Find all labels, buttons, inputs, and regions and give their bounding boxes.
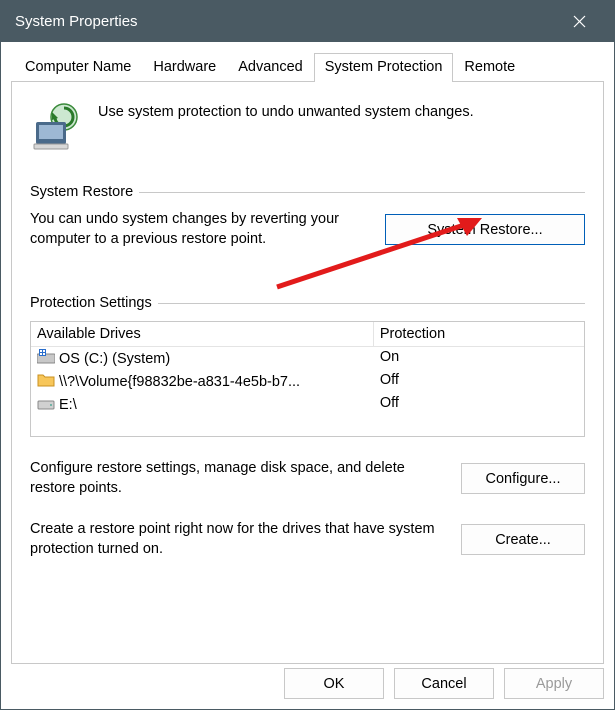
cancel-button[interactable]: Cancel — [394, 668, 494, 699]
drive-name: E:\ — [59, 397, 77, 413]
divider — [158, 303, 585, 304]
column-header-drives[interactable]: Available Drives — [31, 322, 374, 347]
tab-hardware[interactable]: Hardware — [142, 53, 227, 82]
table-row[interactable]: E:\ Off — [31, 393, 584, 416]
intro-text: Use system protection to undo unwanted s… — [98, 102, 585, 120]
tab-advanced[interactable]: Advanced — [227, 53, 314, 82]
system-restore-description: You can undo system changes by reverting… — [30, 210, 367, 249]
ok-button[interactable]: OK — [284, 668, 384, 699]
window-title: System Properties — [15, 13, 556, 30]
drive-protection: Off — [374, 370, 584, 393]
table-row[interactable]: OS (C:) (System) On — [31, 347, 584, 370]
close-icon — [573, 15, 586, 28]
close-button[interactable] — [556, 1, 602, 42]
titlebar: System Properties — [1, 1, 614, 42]
system-restore-legend: System Restore — [30, 184, 133, 200]
tab-system-protection[interactable]: System Protection — [314, 53, 454, 82]
tab-panel: Use system protection to undo unwanted s… — [11, 82, 604, 664]
system-protection-icon — [32, 102, 82, 154]
tab-computer-name[interactable]: Computer Name — [14, 53, 142, 82]
drive-icon — [37, 372, 55, 391]
configure-button[interactable]: Configure... — [461, 463, 585, 494]
drive-icon — [37, 349, 55, 368]
tab-remote[interactable]: Remote — [453, 53, 526, 82]
configure-description: Configure restore settings, manage disk … — [30, 459, 443, 498]
drive-name: \\?\Volume{f98832be-a831-4e5b-b7... — [59, 374, 300, 390]
drive-protection: Off — [374, 393, 584, 416]
table-row[interactable]: \\?\Volume{f98832be-a831-4e5b-b7... Off — [31, 370, 584, 393]
create-description: Create a restore point right now for the… — [30, 520, 443, 559]
drive-icon — [37, 395, 55, 414]
apply-button: Apply — [504, 668, 604, 699]
protection-settings-legend: Protection Settings — [30, 295, 152, 311]
dialog-footer: OK Cancel Apply — [11, 668, 604, 699]
column-header-protection[interactable]: Protection — [374, 322, 584, 347]
drive-protection: On — [374, 347, 584, 370]
create-button[interactable]: Create... — [461, 524, 585, 555]
system-restore-button[interactable]: System Restore... — [385, 214, 585, 245]
divider — [139, 192, 585, 193]
tabs: Computer Name Hardware Advanced System P… — [11, 52, 604, 82]
drives-table: Available Drives Protection OS (C:) (Sys… — [30, 321, 585, 437]
drive-name: OS (C:) (System) — [59, 351, 170, 367]
